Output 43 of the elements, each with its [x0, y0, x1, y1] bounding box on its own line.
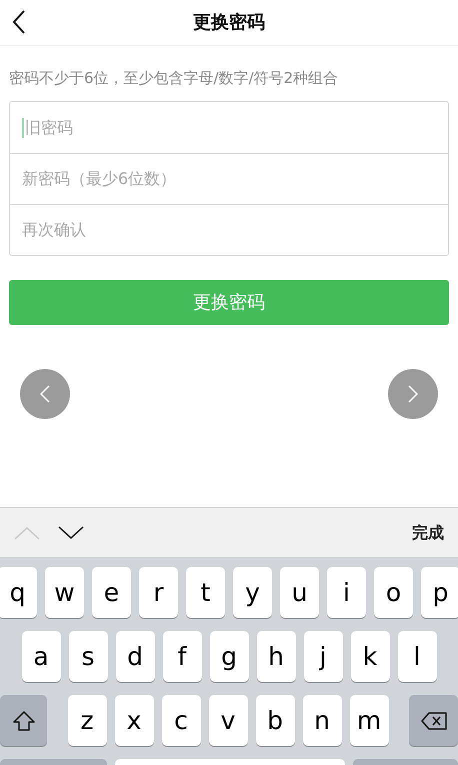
keyboard-key[interactable]: w: [45, 567, 84, 618]
keyboard-key[interactable]: i: [327, 567, 366, 618]
keyboard-key[interactable]: q: [0, 567, 37, 618]
keyboard-key[interactable]: f: [162, 631, 202, 682]
password-hint: 密码不少于6位，至少包含字母/数字/符号2种组合: [9, 68, 338, 88]
keyboard-key[interactable]: t: [186, 567, 225, 618]
keyboard-key[interactable]: k: [350, 631, 390, 682]
keyboard-key[interactable]: a: [22, 631, 60, 682]
next-button[interactable]: [388, 369, 438, 419]
text-cursor: [22, 118, 24, 138]
keyboard-key[interactable]: j: [304, 631, 342, 682]
previous-button[interactable]: [20, 369, 70, 419]
backspace-icon: [420, 712, 446, 730]
keyboard-key[interactable]: n: [302, 695, 342, 746]
chevron-left-icon: [40, 385, 50, 403]
back-icon[interactable]: [12, 10, 26, 34]
keyboard-key[interactable]: p: [421, 567, 458, 618]
keyboard-key[interactable]: g: [210, 631, 248, 682]
done-button[interactable]: 完成: [412, 520, 444, 544]
keyboard-key[interactable]: e: [92, 567, 131, 618]
keyboard-key[interactable]: u: [280, 567, 319, 618]
keyboard-key[interactable]: h: [256, 631, 296, 682]
keyboard-key[interactable]: o: [374, 567, 413, 618]
password-field[interactable]: 新密码（最少6位数）: [22, 167, 436, 191]
password-field[interactable]: 再次确认: [22, 218, 436, 242]
down-chevron-icon[interactable]: [58, 526, 84, 540]
page-title: 更换密码: [193, 11, 265, 35]
delete-key[interactable]: [409, 695, 458, 746]
chevron-right-icon: [408, 385, 418, 403]
keyboard-key[interactable]: y: [233, 567, 272, 618]
shift-key[interactable]: [0, 695, 47, 746]
keyboard-key[interactable]: c: [162, 695, 200, 746]
keyboard-key[interactable]: s: [68, 631, 108, 682]
shift-icon: [12, 710, 34, 730]
keyboard-key[interactable]: m: [350, 695, 388, 746]
keyboard-key[interactable]: b: [256, 695, 294, 746]
keyboard-key[interactable]: v: [208, 695, 248, 746]
keyboard-key[interactable]: d: [116, 631, 154, 682]
keyboard-key[interactable]: z: [68, 695, 106, 746]
keyboard-key[interactable]: l: [398, 631, 436, 682]
keyboard-key[interactable]: x: [114, 695, 154, 746]
password-field[interactable]: 旧密码: [25, 116, 436, 140]
keyboard-key[interactable]: r: [139, 567, 178, 618]
